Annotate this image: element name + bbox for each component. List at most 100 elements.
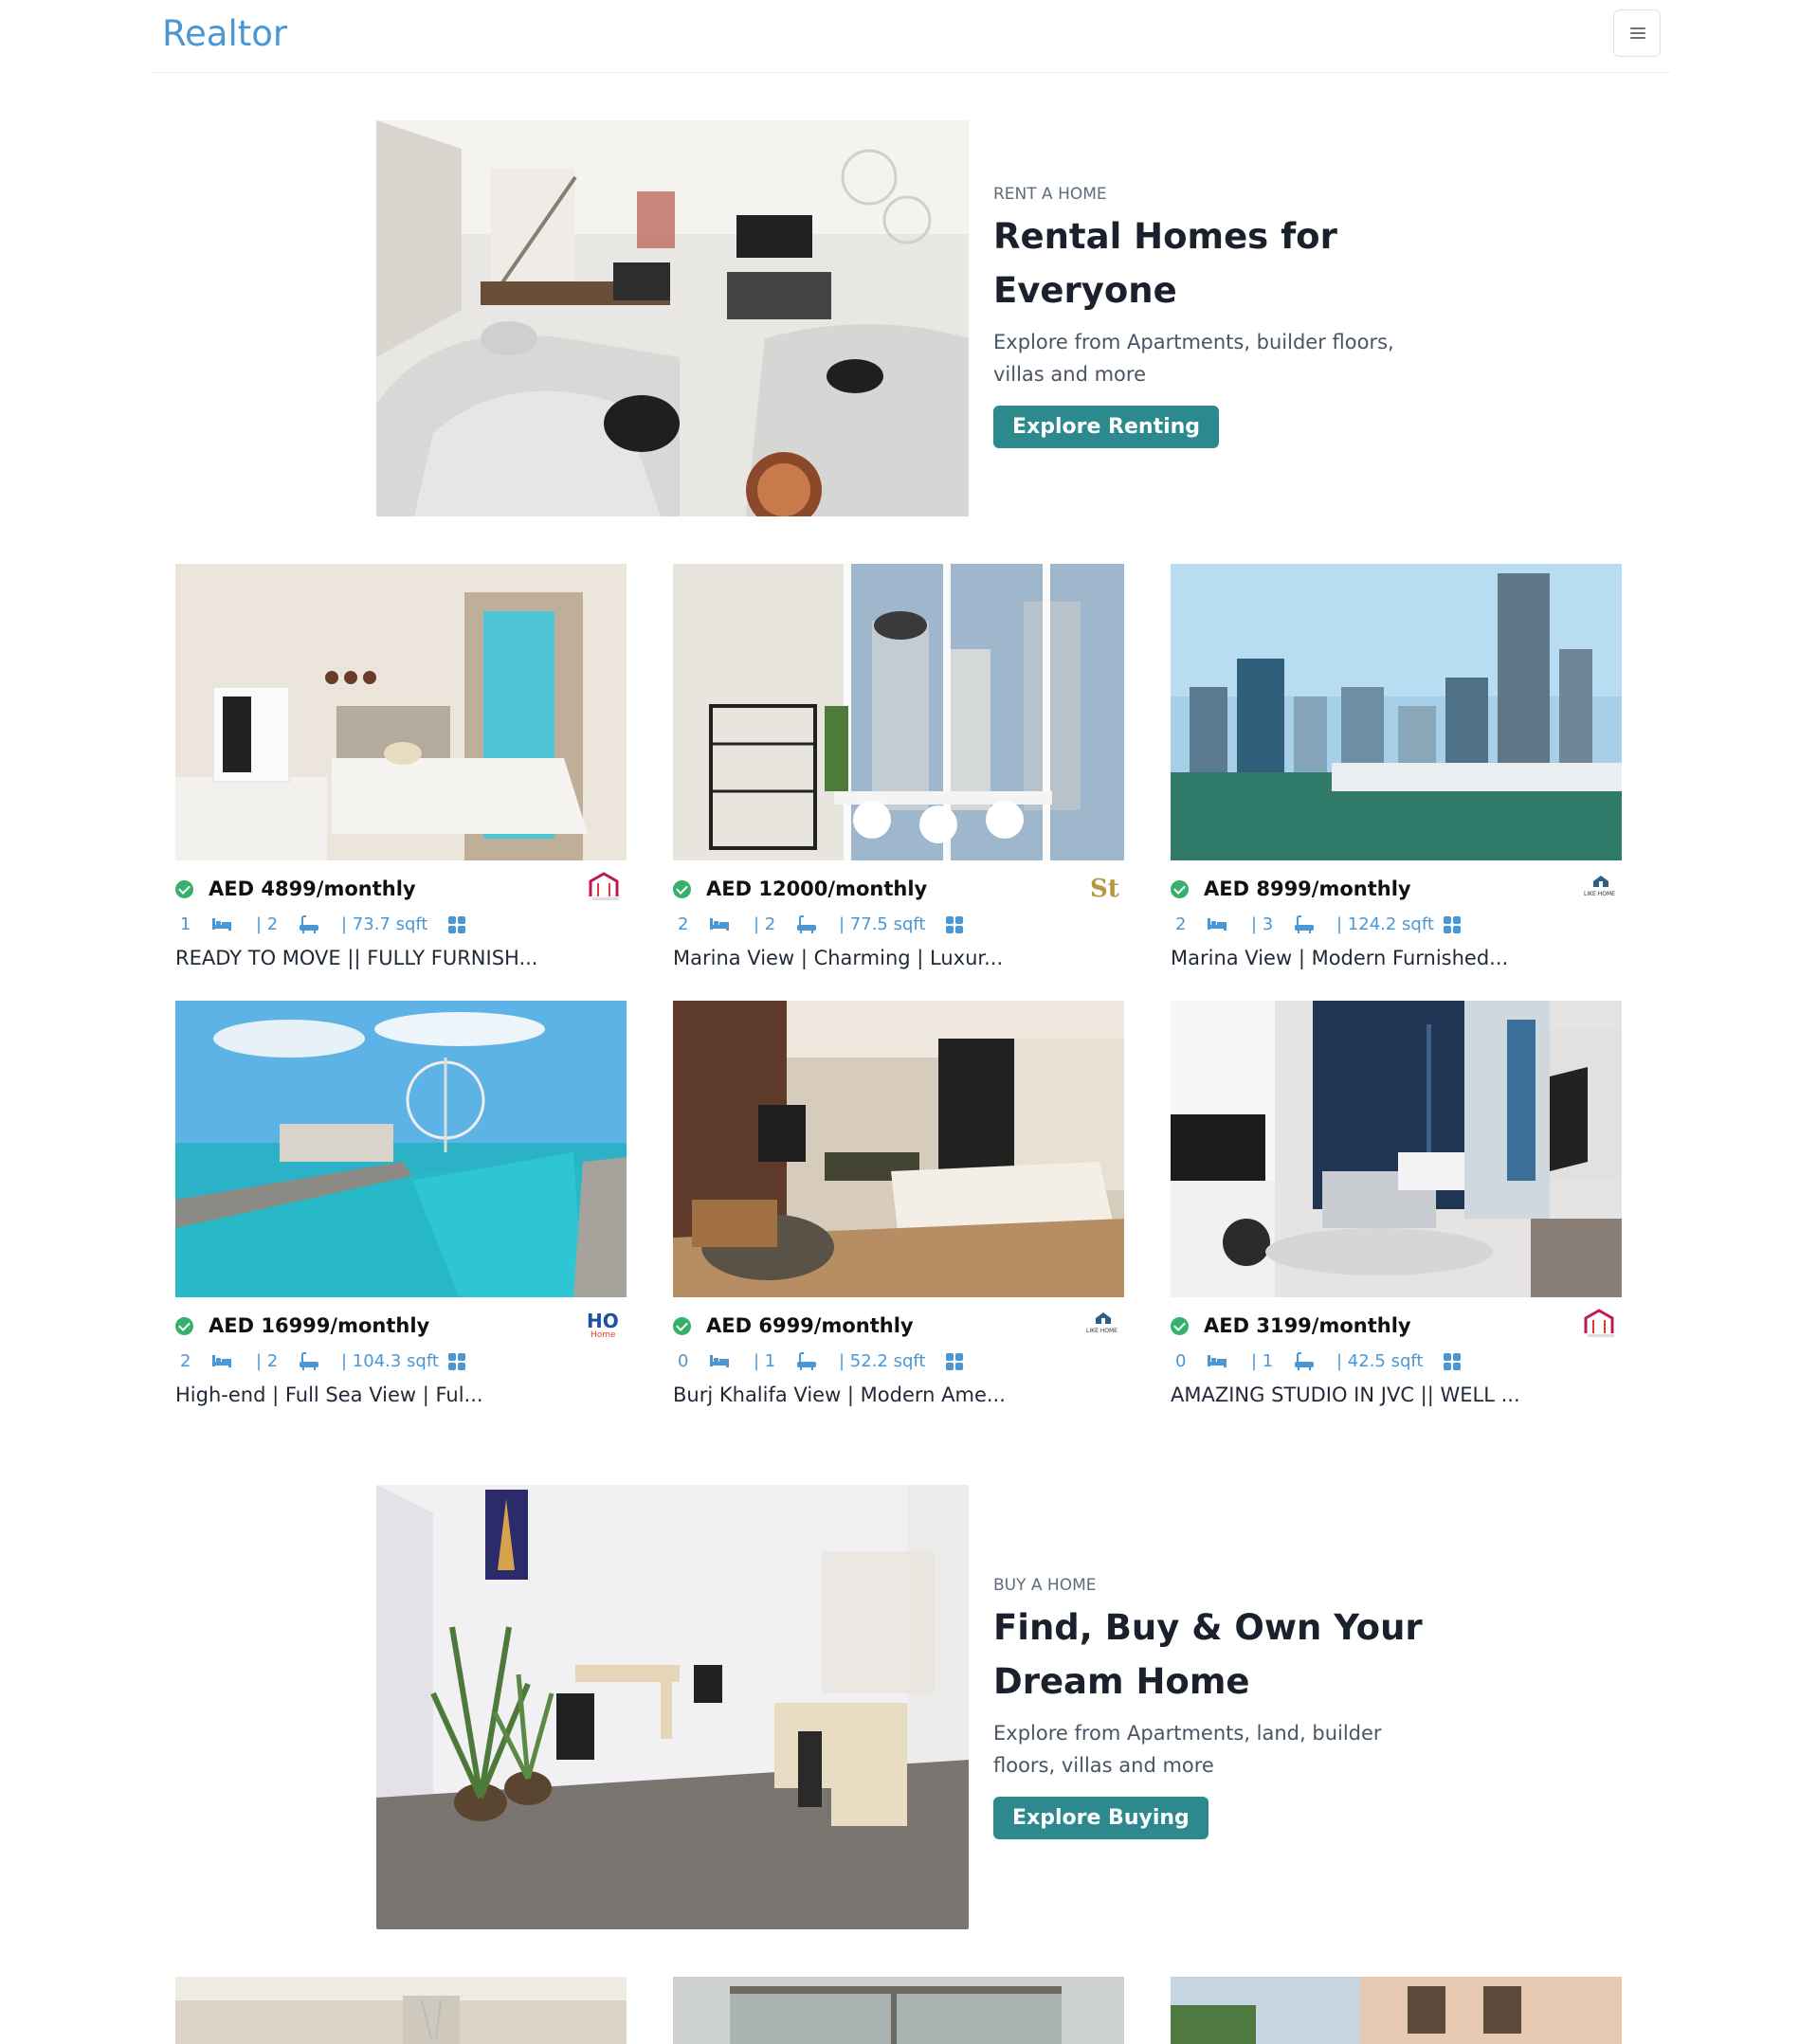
baths-count: | 1 <box>1251 1351 1274 1371</box>
listing-photo[interactable] <box>673 564 1124 860</box>
listing-price: AED 12000/monthly <box>706 877 928 900</box>
grid-icon <box>946 916 963 933</box>
bed-icon <box>710 918 729 931</box>
area-size: | 124.2 sqft <box>1336 914 1434 934</box>
bath-icon <box>300 1352 318 1370</box>
agency-logo-icon: LIKE HOME <box>1580 870 1622 904</box>
listing-photo[interactable] <box>1171 564 1622 860</box>
listing-price: AED 6999/monthly <box>706 1314 914 1337</box>
listing-photo[interactable] <box>175 564 627 860</box>
bath-icon <box>300 915 318 933</box>
listing-title[interactable]: READY TO MOVE || FULLY FURNISH... <box>175 947 627 969</box>
agency-logo-icon <box>585 870 627 904</box>
menu-toggle-button[interactable] <box>1613 9 1661 57</box>
grid-icon <box>1444 916 1461 933</box>
buy-hero-image <box>376 1485 969 1929</box>
listing-price: AED 8999/monthly <box>1204 877 1411 900</box>
listing-photo[interactable] <box>175 1001 627 1297</box>
navbar: Realtor <box>151 0 1670 73</box>
bed-icon <box>1208 918 1227 931</box>
listing-card[interactable]: AED 3199/monthly 0 | 1 | 42.5 sqft AMAZI… <box>1171 1001 1622 1406</box>
grid-icon <box>946 1353 963 1370</box>
grid-icon <box>448 1353 465 1370</box>
listing-title[interactable]: High-end | Full Sea View | Ful... <box>175 1384 627 1406</box>
explore-renting-button[interactable]: Explore Renting <box>993 406 1220 448</box>
beds-count: 1 <box>180 914 191 934</box>
listing-meta: 2 | 3 | 124.2 sqft <box>1171 908 1622 946</box>
area-size: | 42.5 sqft <box>1336 1351 1424 1371</box>
area-size: | 73.7 sqft <box>341 914 428 934</box>
listing-meta: 0 | 1 | 52.2 sqft <box>673 1345 1124 1383</box>
buy-listing-preview[interactable] <box>175 1977 627 2044</box>
listing-meta: 2 | 2 | 104.3 sqft <box>175 1345 627 1383</box>
beds-count: 0 <box>1175 1351 1187 1371</box>
buy-listing-preview[interactable] <box>1171 1977 1622 2044</box>
listing-title[interactable]: AMAZING STUDIO IN JVC || WELL ... <box>1171 1384 1622 1406</box>
listing-card[interactable]: AED 6999/monthly LIKE HOME 0 | 1 | 52.2 … <box>673 1001 1124 1406</box>
bed-icon <box>212 918 231 931</box>
listing-photo[interactable] <box>673 1001 1124 1297</box>
verified-check-icon <box>1171 880 1189 898</box>
beds-count: 2 <box>180 1351 191 1371</box>
svg-text:St: St <box>1090 875 1119 903</box>
beds-count: 2 <box>678 914 689 934</box>
bed-icon <box>212 1355 231 1367</box>
area-size: | 77.5 sqft <box>839 914 926 934</box>
buy-listing-preview[interactable] <box>673 1977 1124 2044</box>
svg-text:Home: Home <box>591 1330 616 1340</box>
listing-title[interactable]: Burj Khalifa View | Modern Ame... <box>673 1384 1124 1406</box>
buy-hero-title: Find, Buy & Own Your Dream Home <box>993 1607 1423 1702</box>
svg-text:LIKE HOME: LIKE HOME <box>1584 891 1615 897</box>
rent-eyebrow: RENT A HOME <box>993 185 1107 204</box>
listing-meta: 1 | 2 | 73.7 sqft <box>175 908 627 946</box>
listing-price: AED 3199/monthly <box>1204 1314 1411 1337</box>
rent-hero-description: Explore from Apartments, builder floors,… <box>993 331 1394 386</box>
agency-logo-icon: HO Home <box>585 1307 627 1341</box>
agency-logo-icon: LIKE HOME <box>1082 1307 1124 1341</box>
bath-icon <box>1295 915 1314 933</box>
rent-hero-title: Rental Homes for Everyone <box>993 216 1337 311</box>
listing-title[interactable]: Marina View | Charming | Luxur... <box>673 947 1124 969</box>
listing-meta: 2 | 2 | 77.5 sqft <box>673 908 1124 946</box>
agency-logo-icon <box>1580 1307 1622 1341</box>
listing-card[interactable]: AED 16999/monthly HO Home 2 | 2 | 104.3 s… <box>175 1001 627 1406</box>
buy-hero-text: BUY A HOME Find, Buy & Own Your Dream Ho… <box>993 1576 1429 1839</box>
listing-card[interactable]: AED 8999/monthly LIKE HOME 2 | 3 | 124.2… <box>1171 564 1622 969</box>
verified-check-icon <box>673 880 691 898</box>
hamburger-icon <box>1630 27 1645 41</box>
baths-count: | 2 <box>256 914 279 934</box>
svg-text:LIKE HOME: LIKE HOME <box>1086 1328 1118 1334</box>
svg-text:HO: HO <box>587 1310 619 1332</box>
area-size: | 104.3 sqft <box>341 1351 439 1371</box>
agency-logo-icon: St <box>1082 870 1124 904</box>
rent-hero-text: RENT A HOME Rental Homes for Everyone Ex… <box>993 185 1429 448</box>
bath-icon <box>1295 1352 1314 1370</box>
bed-icon <box>1208 1355 1227 1367</box>
baths-count: | 2 <box>256 1351 279 1371</box>
verified-check-icon <box>175 880 193 898</box>
baths-count: | 3 <box>1251 914 1274 934</box>
beds-count: 0 <box>678 1351 689 1371</box>
listing-photo[interactable] <box>1171 1001 1622 1297</box>
rent-hero-image <box>376 120 969 516</box>
bed-icon <box>710 1355 729 1367</box>
baths-count: | 1 <box>754 1351 776 1371</box>
grid-icon <box>448 916 465 933</box>
area-size: | 52.2 sqft <box>839 1351 926 1371</box>
beds-count: 2 <box>1175 914 1187 934</box>
baths-count: | 2 <box>754 914 776 934</box>
listing-meta: 0 | 1 | 42.5 sqft <box>1171 1345 1622 1383</box>
grid-icon <box>1444 1353 1461 1370</box>
explore-buying-button[interactable]: Explore Buying <box>993 1797 1208 1839</box>
bath-icon <box>797 1352 816 1370</box>
listing-card[interactable]: AED 12000/monthly St 2 | 2 | 77.5 sqft M… <box>673 564 1124 969</box>
verified-check-icon <box>1171 1317 1189 1335</box>
buy-eyebrow: BUY A HOME <box>993 1576 1097 1595</box>
listing-card[interactable]: AED 4899/monthly 1 | 2 | 73.7 sqft READY… <box>175 564 627 969</box>
brand-logo[interactable]: Realtor <box>162 13 287 54</box>
verified-check-icon <box>673 1317 691 1335</box>
listing-price: AED 4899/monthly <box>209 877 416 900</box>
verified-check-icon <box>175 1317 193 1335</box>
listing-title[interactable]: Marina View | Modern Furnished... <box>1171 947 1622 969</box>
buy-hero-description: Explore from Apartments, land, builder f… <box>993 1722 1382 1777</box>
